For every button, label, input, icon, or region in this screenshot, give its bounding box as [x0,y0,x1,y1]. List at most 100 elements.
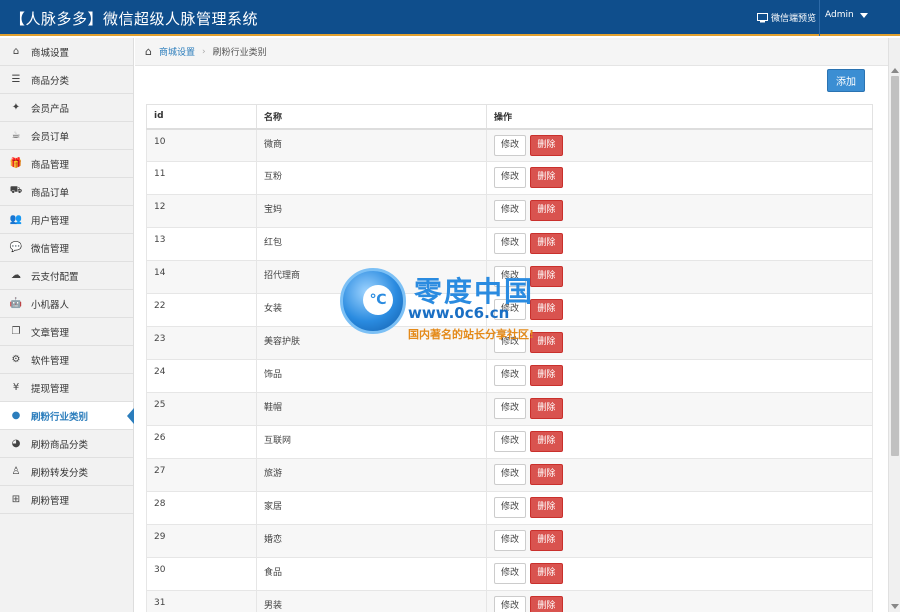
sidebar-item[interactable]: ✦ 会员产品 [0,94,133,122]
home-icon[interactable]: ⌂ [145,45,152,58]
breadcrumb-current: 刷粉行业类别 [212,48,267,58]
truck-icon: ⛟ [9,185,23,196]
comments-icon: 💬 [9,242,23,253]
delete-button[interactable]: 删除 [529,365,563,386]
delete-button[interactable]: 删除 [529,497,563,518]
sidebar-item[interactable]: ♙ 刷粉转发分类 [0,458,133,486]
table-row: 24 饰品 修改 删除 [146,359,873,393]
edit-button[interactable]: 修改 [494,266,526,287]
table-row: 14 招代理商 修改 删除 [146,260,873,294]
edit-button[interactable]: 修改 [494,200,526,221]
table-row: 30 食品 修改 删除 [146,557,873,591]
gift-icon: 🎁 [9,158,23,169]
wechat-preview-link[interactable]: 微信端预览 [757,11,816,24]
cell-id: 31 [146,590,257,612]
table-row: 23 美容护肤 修改 删除 [146,326,873,360]
delete-button[interactable]: 删除 [529,596,563,612]
sidebar-item[interactable]: ⛟ 商品订单 [0,178,133,206]
delete-button[interactable]: 删除 [529,563,563,584]
cell-name: 家居 [256,491,487,525]
cell-id: 13 [146,227,257,261]
edit-button[interactable]: 修改 [494,398,526,419]
sidebar-item[interactable]: ☕ 会员订单 [0,122,133,150]
delete-button[interactable]: 删除 [529,299,563,320]
list-icon: ☰ [11,74,21,85]
cell-id: 26 [146,425,257,459]
sidebar-item[interactable]: 🤖 小机器人 [0,290,133,318]
cell-id: 30 [146,557,257,591]
edit-button[interactable]: 修改 [494,167,526,188]
table-row: 13 红包 修改 删除 [146,227,873,261]
delete-button[interactable]: 删除 [529,530,563,551]
cell-id: 29 [146,524,257,558]
sidebar-item[interactable]: ● 刷粉行业类别 [0,402,134,430]
edit-button[interactable]: 修改 [494,464,526,485]
users-icon: 👥 [9,214,23,225]
sidebar-item[interactable]: 👥 用户管理 [0,206,133,234]
linux-icon: ♙ [11,466,21,477]
edit-button[interactable]: 修改 [494,233,526,254]
page-scrollbar[interactable] [888,38,900,612]
delete-button[interactable]: 删除 [529,332,563,353]
edit-button[interactable]: 修改 [494,563,526,584]
sidebar-item-label: 微信管理 [31,243,70,255]
android-icon: 🤖 [9,298,23,309]
table-row: 10 微商 修改 删除 [146,128,873,162]
delete-button[interactable]: 删除 [529,233,563,254]
delete-button[interactable]: 删除 [529,167,563,188]
copy-icon: ❐ [11,326,21,337]
user-menu[interactable]: Admin [825,10,868,20]
delete-button[interactable]: 删除 [529,134,563,156]
sidebar-item[interactable]: ☰ 商品分类 [0,66,133,94]
scrollbar-thumb[interactable] [891,76,899,456]
table-row: 28 家居 修改 删除 [146,491,873,525]
sidebar-item-label: 刷粉转发分类 [31,467,89,479]
breadcrumb-parent-link[interactable]: 商城设置 [159,45,195,58]
sidebar-item[interactable]: ⊞ 刷粉管理 [0,486,133,514]
sidebar-item[interactable]: ⚙ 软件管理 [0,346,133,374]
sidebar-item-label: 用户管理 [31,215,70,227]
delete-button[interactable]: 删除 [529,464,563,485]
wechat-preview-label: 微信端预览 [771,14,817,24]
table-row: 11 互粉 修改 删除 [146,161,873,195]
cell-actions: 修改 删除 [486,491,873,525]
edit-button[interactable]: 修改 [494,497,526,518]
sidebar-item[interactable]: ☁ 云支付配置 [0,262,133,290]
sidebar-item[interactable]: 💬 微信管理 [0,234,133,262]
table-row: 12 宝妈 修改 删除 [146,194,873,228]
sidebar-item[interactable]: ⌂ 商城设置 [0,38,133,66]
delete-button[interactable]: 删除 [529,266,563,287]
edit-button[interactable]: 修改 [494,530,526,551]
navbar-divider [819,0,820,36]
scroll-down-icon[interactable] [891,604,899,609]
sidebar-item[interactable]: 🎁 商品管理 [0,150,133,178]
column-header-actions: 操作 [486,104,873,130]
cell-actions: 修改 删除 [486,359,873,393]
cell-name: 男装 [256,590,487,612]
sidebar-item-label: 刷粉行业类别 [31,411,89,423]
edit-button[interactable]: 修改 [494,134,526,156]
coffee-icon: ☕ [11,130,21,141]
sidebar: ⌂ 商城设置 ☰ 商品分类 ✦ 会员产品 ☕ 会员订单 🎁 商品管理 ⛟ 商品订单 👥 用户管理 💬 微信管理… [0,38,134,612]
monitor-icon [757,12,768,22]
app-title: 【人脉多多】微信超级人脉管理系统 [10,10,259,28]
edit-button[interactable]: 修改 [494,431,526,452]
breadcrumb: ⌂ 商城设置 › 刷粉行业类别 [135,38,888,66]
sidebar-item[interactable]: ❐ 文章管理 [0,318,133,346]
scroll-up-icon[interactable] [891,68,899,73]
edit-button[interactable]: 修改 [494,332,526,353]
sitemap-icon: ⊞ [11,494,21,505]
cell-id: 14 [146,260,257,294]
sidebar-item[interactable]: ¥ 提现管理 [0,374,133,402]
sidebar-item[interactable]: ◕ 刷粉商品分类 [0,430,133,458]
edit-button[interactable]: 修改 [494,596,526,612]
add-button[interactable]: 添加 [827,69,865,92]
delete-button[interactable]: 删除 [529,431,563,452]
cell-id: 10 [146,128,257,162]
delete-button[interactable]: 删除 [529,398,563,419]
github-icon: ● [11,410,21,421]
cell-id: 12 [146,194,257,228]
edit-button[interactable]: 修改 [494,299,526,320]
edit-button[interactable]: 修改 [494,365,526,386]
delete-button[interactable]: 删除 [529,200,563,221]
